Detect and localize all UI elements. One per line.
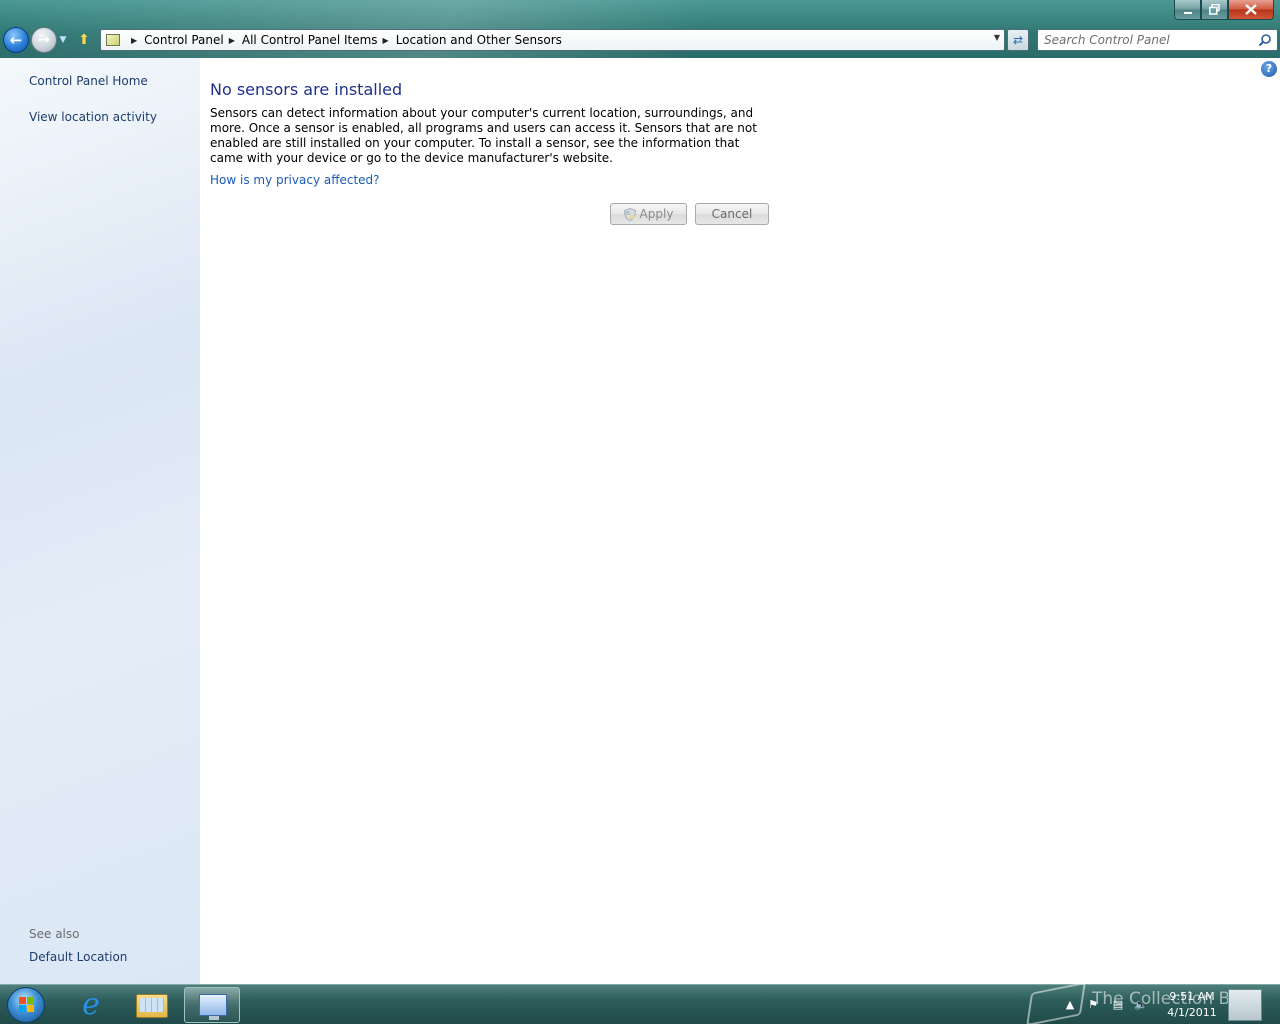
breadcrumb-all-items[interactable]: All Control Panel Items	[242, 33, 378, 47]
action-center-flag-icon[interactable]: ⚑	[1085, 997, 1101, 1013]
apply-button-label: Apply	[639, 207, 674, 221]
search-input[interactable]	[1044, 32, 1249, 48]
recent-pages-dropdown[interactable]: ▼	[58, 34, 68, 46]
sidebar-link-view-location-activity[interactable]: View location activity	[29, 110, 157, 124]
minimize-button[interactable]	[1174, 0, 1201, 20]
sidebar-link-control-panel-home[interactable]: Control Panel Home	[29, 74, 148, 88]
breadcrumb-location-sensors[interactable]: Location and Other Sensors	[396, 33, 562, 47]
restore-button[interactable]	[1201, 0, 1228, 20]
breadcrumb-chevron-icon[interactable]: ▶	[229, 36, 235, 45]
volume-icon[interactable]: 🔈	[1133, 997, 1149, 1013]
chevron-down-icon: ▼	[59, 35, 67, 45]
internet-explorer-icon: e	[82, 987, 100, 1022]
show-hidden-icons-button[interactable]: ▲	[1062, 997, 1078, 1013]
privacy-link[interactable]: How is my privacy affected?	[210, 173, 380, 187]
taskbar-item-windows-explorer[interactable]	[124, 987, 180, 1023]
control-panel-icon	[199, 994, 227, 1020]
windows-logo-icon	[19, 997, 34, 1012]
search-box[interactable]	[1037, 29, 1278, 51]
cancel-button-label: Cancel	[711, 207, 753, 221]
help-icon[interactable]: ?	[1261, 61, 1277, 77]
address-bar[interactable]: ▶ Control Panel ▶ All Control Panel Item…	[100, 29, 1005, 51]
sidebar-link-default-location[interactable]: Default Location	[29, 950, 127, 964]
search-icon[interactable]	[1258, 33, 1272, 47]
network-icon[interactable]: ▤	[1110, 997, 1126, 1013]
restore-icon	[1209, 4, 1220, 15]
forward-arrow-icon: →	[38, 32, 50, 48]
folder-up-icon: ⬆	[78, 32, 90, 48]
main-content: ? No sensors are installed Sensors can d…	[200, 58, 1280, 984]
sidebar: Control Panel Home View location activit…	[0, 58, 200, 984]
page-title: No sensors are installed	[210, 80, 403, 99]
caption-buttons	[1174, 0, 1274, 20]
apply-button[interactable]: Apply	[610, 203, 687, 225]
navigation-bar: ← → ▼ ⬆ ▶ Control Panel ▶ All Control Pa…	[0, 26, 1280, 54]
uac-shield-icon	[623, 207, 636, 221]
close-icon	[1245, 4, 1257, 15]
refresh-button[interactable]: ⇄	[1007, 29, 1029, 51]
breadcrumb-chevron-icon[interactable]: ▶	[131, 36, 137, 45]
back-button[interactable]: ←	[3, 27, 29, 53]
refresh-icon: ⇄	[1012, 33, 1024, 47]
forward-button[interactable]: →	[31, 27, 57, 53]
cancel-button[interactable]: Cancel	[695, 203, 769, 225]
back-arrow-icon: ←	[9, 31, 23, 49]
clock-time[interactable]: 9:51 AM	[1166, 990, 1218, 1003]
taskbar-item-control-panel[interactable]	[184, 987, 240, 1023]
clock-date[interactable]: 4/1/2011	[1166, 1006, 1218, 1019]
close-button[interactable]	[1228, 0, 1274, 20]
see-also-heading: See also	[29, 927, 80, 941]
page-description: Sensors can detect information about you…	[210, 106, 757, 165]
address-history-dropdown[interactable]: ▼	[994, 33, 1000, 42]
up-level-button[interactable]: ⬆	[76, 31, 92, 49]
show-desktop-button[interactable]	[1228, 989, 1262, 1021]
breadcrumb-control-panel[interactable]: Control Panel	[144, 33, 224, 47]
control-panel-icon	[106, 34, 120, 46]
windows-explorer-icon	[136, 994, 168, 1018]
start-button[interactable]	[7, 987, 45, 1023]
taskbar-item-internet-explorer[interactable]: e	[62, 987, 118, 1023]
taskbar: e The Collection Book ▲ ⚑ ▤ 🔈 9:51 AM 4/…	[0, 981, 1280, 1024]
breadcrumb-chevron-icon[interactable]: ▶	[383, 36, 389, 45]
minimize-icon	[1183, 11, 1192, 14]
